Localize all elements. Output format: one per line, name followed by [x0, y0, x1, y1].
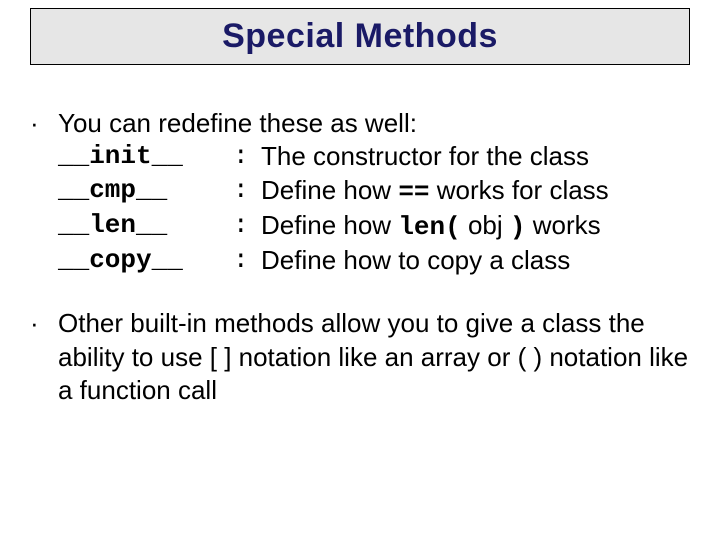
bullet-icon: · — [30, 307, 58, 407]
bullet-item: · You can redefine these as well: __init… — [30, 107, 690, 277]
desc-text: works — [526, 210, 601, 240]
title-bar: Special Methods — [30, 8, 690, 65]
slide-title: Special Methods — [31, 17, 689, 56]
bullet-intro: You can redefine these as well: — [58, 107, 690, 140]
method-row-len: __len__ : Define how len( obj ) works — [58, 209, 690, 244]
bullet-body: You can redefine these as well: __init__… — [58, 107, 690, 277]
method-name: __init__ — [58, 140, 233, 173]
operator: == — [398, 177, 429, 207]
fn-close: ) — [510, 212, 526, 242]
desc-text: Define how — [261, 210, 398, 240]
arg-text: obj — [461, 210, 510, 240]
method-name: __copy__ — [58, 244, 233, 277]
method-desc: Define how to copy a class — [261, 244, 690, 277]
method-colon: : — [233, 174, 261, 209]
bullet-icon: · — [30, 107, 58, 277]
method-name: __cmp__ — [58, 174, 233, 209]
method-row-init: __init__ : The constructor for the class — [58, 140, 690, 173]
method-colon: : — [233, 244, 261, 277]
method-row-copy: __copy__ : Define how to copy a class — [58, 244, 690, 277]
method-name: __len__ — [58, 209, 233, 244]
method-desc: Define how len( obj ) works — [261, 209, 690, 244]
slide-content: · You can redefine these as well: __init… — [30, 107, 690, 407]
method-row-cmp: __cmp__ : Define how == works for class — [58, 174, 690, 209]
slide: Special Methods · You can redefine these… — [0, 0, 720, 457]
method-desc: The constructor for the class — [261, 140, 690, 173]
desc-text: Define how — [261, 175, 398, 205]
bullet-text: Other built-in methods allow you to give… — [58, 307, 690, 407]
bullet-item: · Other built-in methods allow you to gi… — [30, 307, 690, 407]
method-desc: Define how == works for class — [261, 174, 690, 209]
desc-text: works for class — [430, 175, 609, 205]
fn-open: len( — [398, 212, 460, 242]
method-colon: : — [233, 209, 261, 244]
method-colon: : — [233, 140, 261, 173]
